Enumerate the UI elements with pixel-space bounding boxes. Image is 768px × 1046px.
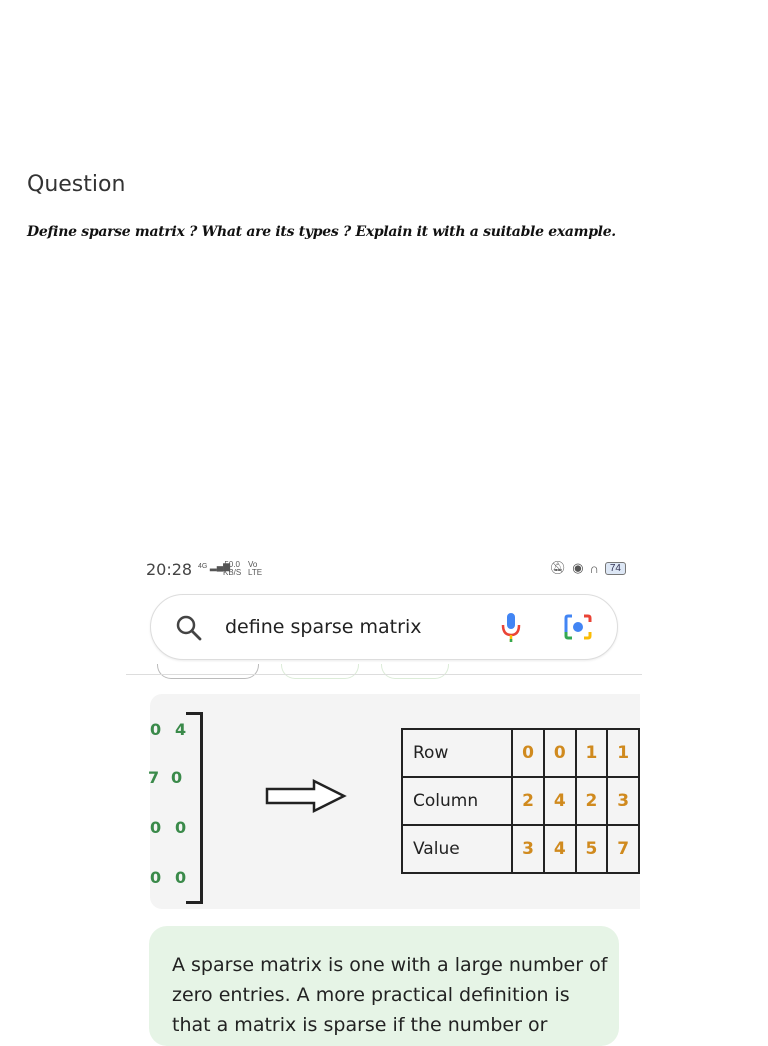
network-speed: 50.0 KB/S — [223, 561, 241, 577]
search-bar[interactable]: define sparse matrix — [150, 594, 618, 660]
matrix-cell: 0 — [150, 868, 162, 887]
right-arrow-icon — [265, 778, 347, 814]
table-cell: 0 — [542, 728, 577, 778]
row-label: Row — [401, 728, 514, 778]
table-cell: 3 — [606, 776, 640, 826]
sparse-table-container: Row 0 0 1 1 Column 2 4 2 3 Value 3 4 5 7 — [401, 726, 640, 882]
speed-unit: KB/S — [223, 568, 242, 577]
table-cell: 4 — [542, 824, 577, 874]
table-cell: 2 — [574, 776, 609, 826]
lte-label: LTE — [248, 568, 263, 577]
battery-icon: 74 — [604, 561, 626, 575]
table-cell: 2 — [511, 776, 545, 826]
filter-chip[interactable] — [157, 664, 259, 679]
table-cell: 5 — [574, 824, 609, 874]
sparse-triplet-table: Row 0 0 1 1 Column 2 4 2 3 Value 3 4 5 7 — [401, 728, 640, 874]
network-type: 4G — [198, 563, 208, 570]
alarm-icon: ◉ — [572, 560, 584, 575]
status-bar: 20:28 4G ▂▄▆ 50.0 KB/S Vo LTE 🔕︎ ◉ ∩ 74 — [146, 560, 626, 582]
matrix-cell: 0 — [150, 818, 162, 837]
search-query[interactable]: define sparse matrix — [225, 616, 421, 638]
divider — [126, 674, 642, 675]
question-text: Define sparse matrix ? What are its type… — [27, 224, 616, 240]
table-cell: 1 — [574, 728, 609, 778]
table-cell: 1 — [606, 728, 640, 778]
matrix-cell: 0 — [175, 868, 187, 887]
row-label: Value — [401, 824, 514, 874]
mute-icon: 🔕︎ — [549, 560, 567, 575]
matrix-cell: 0 — [171, 768, 183, 787]
table-row: Row 0 0 1 1 — [401, 728, 640, 778]
status-icons: 🔕︎ ◉ ∩ 74 — [550, 560, 626, 576]
table-cell: 7 — [606, 824, 640, 874]
table-cell: 0 — [511, 728, 545, 778]
answer-card[interactable]: A sparse matrix is one with a large numb… — [149, 926, 619, 1046]
search-icon[interactable] — [175, 614, 203, 642]
camera-lens-icon[interactable] — [563, 613, 593, 641]
row-label: Column — [401, 776, 514, 826]
matrix-cell: 7 — [148, 768, 160, 787]
status-time: 20:28 — [146, 560, 193, 579]
matrix-bracket — [186, 712, 203, 904]
filter-chip[interactable] — [381, 664, 449, 679]
table-row: Value 3 4 5 7 — [401, 824, 640, 874]
question-heading: Question — [27, 172, 126, 197]
table-cell: 4 — [542, 776, 577, 826]
filter-chip[interactable] — [281, 664, 359, 679]
answer-text: A sparse matrix is one with a large numb… — [172, 954, 608, 1036]
lte-indicator: Vo LTE — [248, 561, 262, 577]
mic-icon[interactable] — [499, 611, 523, 645]
headphones-icon: ∩ — [589, 560, 599, 576]
table-row: Column 2 4 2 3 — [401, 776, 640, 826]
matrix-cell: 4 — [175, 720, 187, 739]
matrix-cell: 0 — [150, 720, 162, 739]
table-cell: 3 — [511, 824, 545, 874]
matrix-cell: 0 — [175, 818, 187, 837]
